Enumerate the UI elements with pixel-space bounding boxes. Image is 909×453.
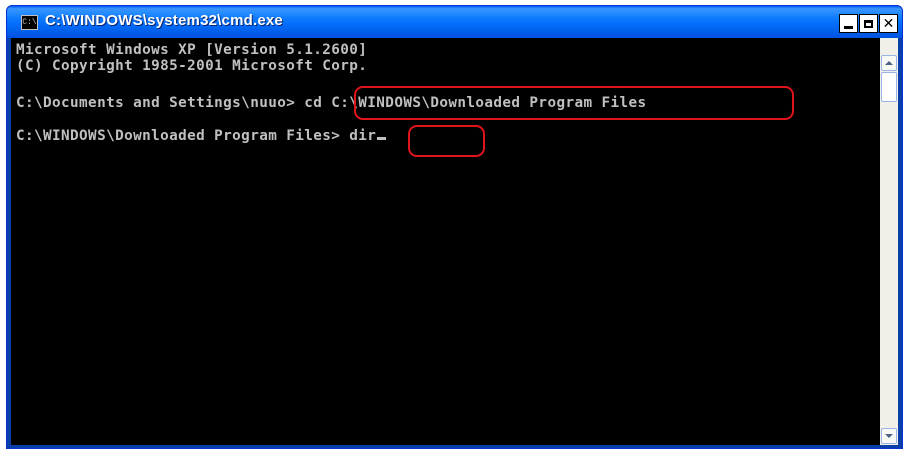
close-button[interactable]: ✕: [879, 14, 898, 33]
maximize-button[interactable]: [859, 14, 878, 33]
minimize-icon: [844, 26, 853, 29]
scroll-thumb[interactable]: [881, 72, 897, 102]
close-icon: ✕: [882, 15, 895, 32]
highlight-cd-command: [354, 86, 794, 120]
highlight-dir-command: [408, 125, 485, 157]
arrow-up-icon: [885, 61, 893, 65]
scroll-up-button[interactable]: [881, 55, 897, 71]
minimize-button[interactable]: [839, 14, 858, 33]
window-title: C:\WINDOWS\system32\cmd.exe: [45, 12, 283, 29]
text-cursor: [377, 137, 387, 140]
console-line: (C) Copyright 1985-2001 Microsoft Corp.: [16, 58, 368, 74]
cmd-app-icon[interactable]: C:\: [21, 15, 38, 30]
console-line: Microsoft Windows XP [Version 5.1.2600]: [16, 42, 368, 58]
vertical-scrollbar[interactable]: [880, 38, 898, 445]
title-bar[interactable]: C:\ C:\WINDOWS\system32\cmd.exe ✕: [7, 6, 902, 38]
cmd-window: C:\ C:\WINDOWS\system32\cmd.exe ✕ Micros…: [6, 5, 903, 449]
arrow-down-icon: [885, 434, 893, 438]
console-output[interactable]: Microsoft Windows XP [Version 5.1.2600] …: [11, 38, 880, 445]
prompt-text: C:\WINDOWS\Downloaded Program Files> dir: [16, 128, 377, 144]
console-prompt-line: C:\WINDOWS\Downloaded Program Files> dir: [16, 128, 387, 144]
maximize-icon: [864, 19, 873, 28]
scroll-down-button[interactable]: [881, 428, 897, 444]
